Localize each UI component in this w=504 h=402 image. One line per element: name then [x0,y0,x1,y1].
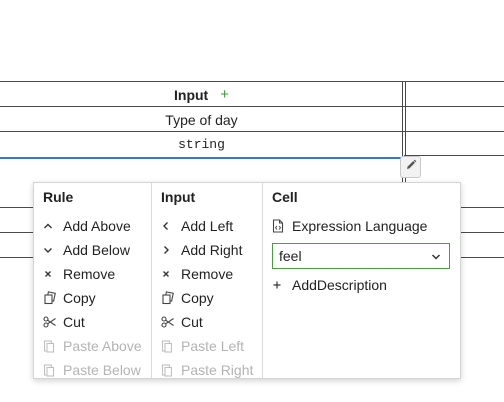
scissors-icon [161,316,181,328]
chevron-down-icon [431,248,441,264]
rule-paste-below-item: Paste Below [43,358,151,382]
menu-item-label: Add Below [63,242,130,258]
chevron-right-icon [161,245,181,255]
input-add-right-item[interactable]: Add Right [161,238,262,262]
close-icon [161,269,181,279]
menu-item-label: Remove [63,266,116,282]
copy-icon [161,291,181,305]
menu-item-label: Copy [63,290,96,306]
edit-cell-button[interactable] [400,156,421,178]
menu-item-label: Paste Right [181,362,254,378]
menu-item-label: Add Above [63,218,131,234]
table-border-top [0,81,504,82]
code-file-icon [272,219,292,233]
menu-item-label: Add Right [181,242,243,258]
input-column-header[interactable]: Input + [0,83,403,106]
menu-item-label: Cut [63,314,85,330]
input-paste-right-item: Paste Right [161,358,262,382]
paste-icon [43,339,63,353]
pencil-icon [405,158,417,176]
rule-section-title: Rule [43,189,74,205]
expression-language-value: feel [279,248,302,264]
cell-context-menu: Rule Add Above Add Below Remove Copy Cut… [33,182,461,379]
paste-icon [161,339,181,353]
copy-icon [43,291,63,305]
menu-item-label: Copy [181,290,214,306]
input-add-left-item[interactable]: Add Left [161,214,262,238]
input-copy-item[interactable]: Copy [161,286,262,310]
chevron-left-icon [161,221,181,231]
menu-item-label: Paste Above [63,338,142,354]
rule-cut-item[interactable]: Cut [43,310,151,334]
paste-icon [43,363,63,377]
table-row-divider [0,131,504,132]
input-expression-label[interactable]: Type of day [0,112,403,128]
expression-language-label-row: Expression Language [272,214,460,238]
add-description-item[interactable]: AddDescription [272,273,460,297]
input-menu-section: Input Add Left Add Right Remove Copy Cut… [152,183,263,378]
menu-item-label: Paste Left [181,338,245,354]
input-paste-left-item: Paste Left [161,334,262,358]
input-cut-item[interactable]: Cut [161,310,262,334]
expression-language-label: Expression Language [292,218,428,234]
rule-add-above-item[interactable]: Add Above [43,214,151,238]
chevron-down-icon [43,245,63,255]
input-type-ref[interactable]: string [0,137,403,152]
paste-icon [161,363,181,377]
input-remove-item[interactable]: Remove [161,262,262,286]
table-row-divider [0,106,504,107]
add-description-label: AddDescription [292,277,387,293]
decision-table-editor: Input + Type of day string Rule Add Abov… [0,0,504,402]
input-header-label: Input [174,86,209,103]
rule-menu-section: Rule Add Above Add Below Remove Copy Cut… [34,183,152,378]
input-section-title: Input [161,189,196,205]
menu-item-label: Remove [181,266,234,282]
rule-paste-above-item: Paste Above [43,334,151,358]
expression-language-select[interactable]: feel [272,243,450,269]
rule-remove-item[interactable]: Remove [43,262,151,286]
close-icon [43,269,63,279]
rule-add-below-item[interactable]: Add Below [43,238,151,262]
plus-icon [272,280,292,290]
cell-section-title: Cell [272,189,298,205]
chevron-up-icon [43,221,63,231]
selected-row-indicator [0,157,404,159]
menu-item-label: Cut [181,314,203,330]
scissors-icon [43,316,63,328]
rule-copy-item[interactable]: Copy [43,286,151,310]
menu-item-label: Add Left [181,218,234,234]
add-input-plus-icon[interactable]: + [220,87,229,102]
menu-item-label: Paste Below [63,362,141,378]
cell-menu-section: Cell Expression Language feel AddDescrip… [263,183,460,378]
